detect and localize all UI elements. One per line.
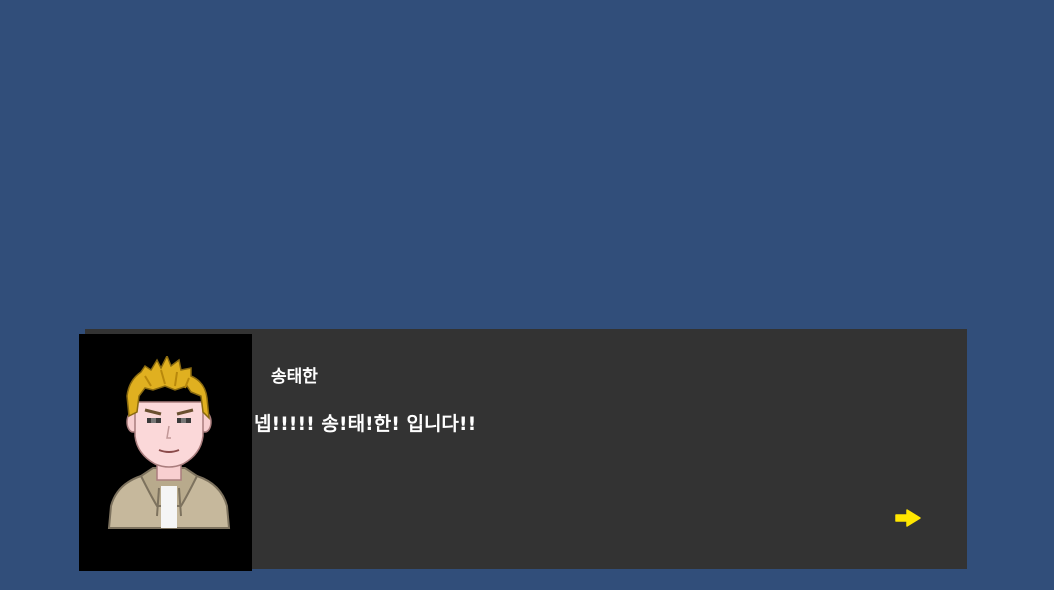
- next-dialogue-button[interactable]: [893, 506, 923, 530]
- character-portrait: [79, 334, 252, 571]
- speaker-name: 송태한: [271, 367, 318, 387]
- arrow-right-icon: [895, 509, 921, 527]
- dialogue-text: 넵!!!!! 송!태!한! 입니다!!: [254, 413, 477, 435]
- character-portrait-image: [107, 356, 231, 529]
- game-scene: 송태한 넵!!!!! 송!태!한! 입니다!!: [0, 0, 1054, 590]
